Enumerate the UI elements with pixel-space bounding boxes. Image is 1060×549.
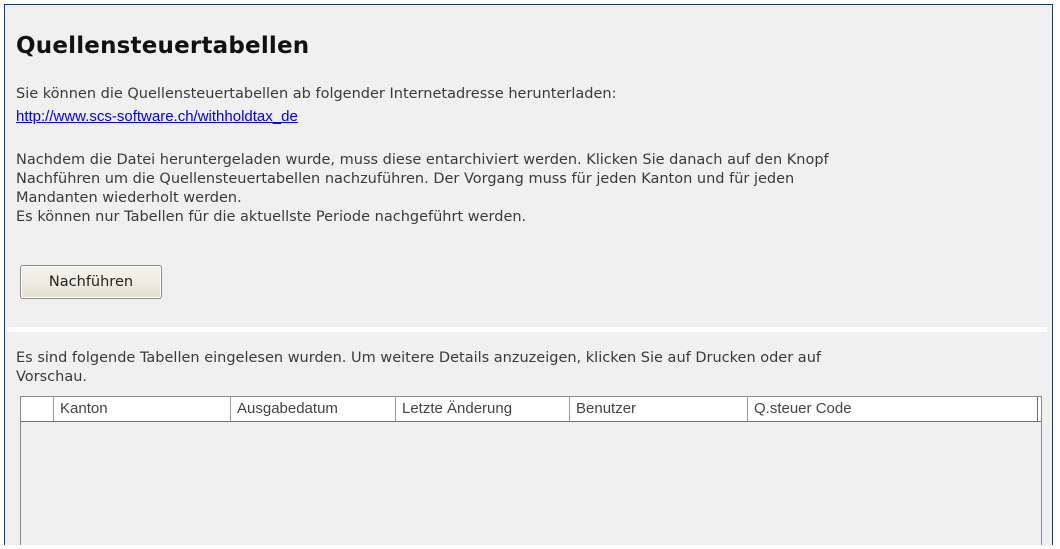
section-divider [7, 327, 1047, 332]
description-line: Nachdem die Datei heruntergeladen wurde,… [16, 152, 829, 168]
column-header-kanton[interactable]: Kanton [54, 397, 231, 421]
description-line: Es können nur Tabellen für die aktuellst… [16, 209, 527, 225]
description-line: Nachführen um die Quellensteuertabellen … [16, 171, 795, 187]
column-header-end [1037, 397, 1041, 421]
grid-header: Kanton Ausgabedatum Letzte Änderung Benu… [21, 397, 1041, 422]
tax-tables-grid[interactable]: Kanton Ausgabedatum Letzte Änderung Benu… [20, 396, 1042, 545]
download-link[interactable]: http://www.scs-software.ch/withholdtax_d… [16, 108, 298, 125]
tables-info-line: Vorschau. [16, 369, 88, 385]
grid-body[interactable] [21, 422, 1041, 545]
description-text: Nachdem die Datei heruntergeladen wurde,… [16, 151, 976, 227]
update-button[interactable]: Nachführen [20, 265, 162, 299]
page-title: Quellensteuertabellen [16, 33, 310, 59]
intro-text: Sie können die Quellensteuertabellen ab … [16, 86, 617, 102]
column-header-ausgabedatum[interactable]: Ausgabedatum [231, 397, 396, 421]
description-line: Mandanten wiederholt werden. [16, 190, 242, 206]
column-header-qsteuer-code[interactable]: Q.steuer Code [748, 397, 1037, 421]
column-header-select[interactable] [21, 397, 54, 421]
column-header-benutzer[interactable]: Benutzer [570, 397, 748, 421]
quellensteuer-panel: Quellensteuertabellen Sie können die Que… [4, 4, 1053, 545]
tables-info-line: Es sind folgende Tabellen eingelesen wur… [16, 350, 821, 366]
tables-info-text: Es sind folgende Tabellen eingelesen wur… [16, 349, 1016, 387]
column-header-letzte-aenderung[interactable]: Letzte Änderung [396, 397, 570, 421]
